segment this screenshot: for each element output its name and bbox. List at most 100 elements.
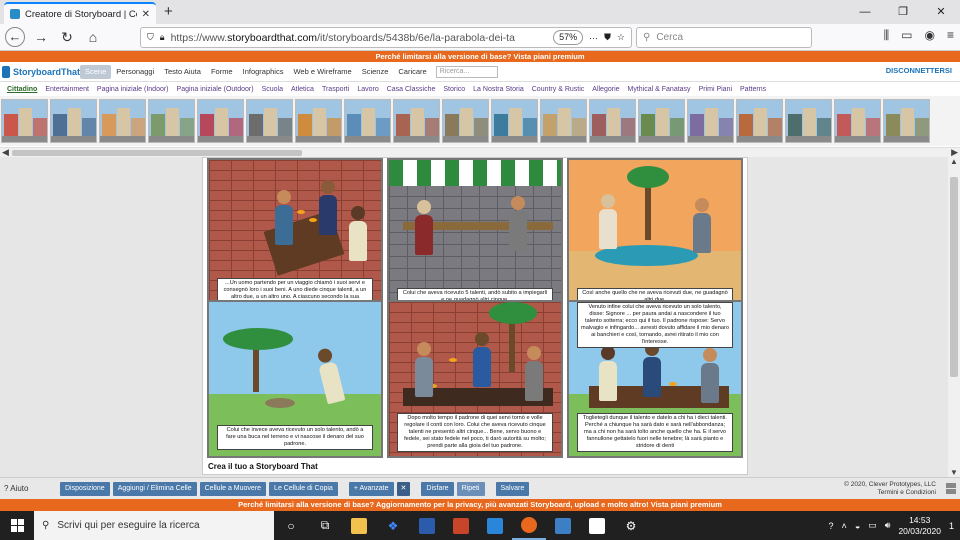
- scene-thumbnail[interactable]: [1, 99, 48, 143]
- scene-thumbnail[interactable]: [834, 99, 881, 143]
- scene-thumbnail[interactable]: [295, 99, 342, 143]
- scene-thumbnail[interactable]: [785, 99, 832, 143]
- tab-scuola[interactable]: Scuola: [258, 86, 287, 93]
- storyboard-cell-1[interactable]: ...Un uomo partendo per un viaggio chiam…: [207, 158, 383, 314]
- layout-button[interactable]: Disposizione: [60, 481, 110, 496]
- scene-thumbnail[interactable]: [883, 99, 930, 143]
- tab-patterns[interactable]: Patterns: [736, 86, 770, 93]
- dropbox-icon[interactable]: ❖: [376, 511, 410, 540]
- tab-allegorie[interactable]: Allegorie: [588, 86, 623, 93]
- close-advanced-icon[interactable]: ✕: [396, 481, 411, 496]
- scene-thumbnail[interactable]: [638, 99, 685, 143]
- bookmark-star-icon[interactable]: ☆: [617, 32, 625, 43]
- tab-lavoro[interactable]: Lavoro: [353, 86, 382, 93]
- scene-thumbnail[interactable]: [442, 99, 489, 143]
- promo-banner-bottom[interactable]: Perché limitarsi alla versione di base? …: [0, 499, 960, 511]
- close-tab-icon[interactable]: ✕: [142, 9, 150, 20]
- scroll-up-icon[interactable]: ▲: [950, 157, 958, 166]
- storyboard-footer[interactable]: Crea il tuo a Storyboard That: [208, 462, 318, 471]
- tab-entertainment[interactable]: Entertainment: [41, 86, 93, 93]
- amazon-icon[interactable]: [580, 511, 614, 540]
- scene-thumbnail[interactable]: [736, 99, 783, 143]
- scene-thumbnail[interactable]: [393, 99, 440, 143]
- help-icon[interactable]: ?: [829, 521, 834, 531]
- terms-link[interactable]: Termini e Condizioni: [844, 489, 936, 497]
- menu-item-caricare[interactable]: Caricare: [393, 67, 431, 76]
- tab-home-indoor[interactable]: Pagina iniziale (Indoor): [93, 86, 173, 93]
- scrollbar-thumb[interactable]: [12, 150, 302, 156]
- restore-icon[interactable]: ❐: [884, 0, 922, 24]
- tab-cittadino[interactable]: Cittadino: [3, 86, 41, 93]
- storyboard-cell-4[interactable]: Colui che invece aveva ricevuto un solo …: [207, 300, 383, 458]
- tab-atletica[interactable]: Atletica: [287, 86, 318, 93]
- minimize-icon[interactable]: —: [846, 0, 884, 24]
- library-icon[interactable]: ⫼: [884, 28, 890, 43]
- tab-mythical-fantasy[interactable]: Mythical & Fanatasy: [624, 86, 695, 93]
- volume-icon[interactable]: 🔊︎: [885, 520, 891, 531]
- add-remove-cells-button[interactable]: Aggiungi / Elimina Celle: [112, 481, 197, 496]
- redo-button[interactable]: Ripeti: [456, 481, 485, 496]
- scene-thumbnail[interactable]: [246, 99, 293, 143]
- browser-tab[interactable]: Creatore di Storyboard | Come c ✕: [4, 2, 156, 24]
- menu-item-personaggi[interactable]: Personaggi: [111, 67, 159, 76]
- store-icon[interactable]: [478, 511, 512, 540]
- sidebar-icon[interactable]: ▭: [901, 28, 912, 43]
- new-tab-icon[interactable]: +: [164, 3, 173, 20]
- word-icon[interactable]: [410, 511, 444, 540]
- zoom-level-badge[interactable]: 57%: [553, 30, 584, 45]
- tab-trasporti[interactable]: Trasporti: [318, 86, 353, 93]
- start-button[interactable]: [0, 511, 34, 540]
- menu-item-testo-aiuta[interactable]: Testo Aiuta: [159, 67, 206, 76]
- storyboard-cell-2[interactable]: Colui che aveva ricevuto 5 talenti, andò…: [387, 158, 563, 314]
- storyboard-cell-5[interactable]: Dopo molto tempo il padrone di quei serv…: [387, 300, 563, 458]
- save-button[interactable]: Salvare: [495, 481, 530, 496]
- notification-badge[interactable]: 1: [949, 521, 954, 531]
- menu-icon[interactable]: ≡: [947, 28, 954, 43]
- task-view-icon[interactable]: ⧉: [308, 511, 342, 540]
- scene-thumbnail[interactable]: [540, 99, 587, 143]
- scene-thumbnail[interactable]: [687, 99, 734, 143]
- show-hidden-icons-icon[interactable]: ˄: [842, 521, 847, 531]
- tab-case-classiche[interactable]: Casa Classiche: [383, 86, 440, 93]
- move-cells-button[interactable]: Cellule a Muovere: [199, 481, 267, 496]
- scene-thumbnail[interactable]: [50, 99, 97, 143]
- powerpoint-icon[interactable]: [444, 511, 478, 540]
- scene-thumbnail[interactable]: [491, 99, 538, 143]
- clock[interactable]: 14:53 20/03/2020: [898, 515, 941, 537]
- back-button[interactable]: ←: [2, 27, 28, 47]
- panel-toggle-icon[interactable]: [946, 489, 956, 494]
- home-icon[interactable]: ⌂: [80, 29, 106, 45]
- copy-cells-button[interactable]: Le Cellule di Copia: [269, 481, 338, 496]
- storyboard-cell-6[interactable]: Venuto infine colui che aveva ricevuto u…: [567, 300, 743, 458]
- reload-icon[interactable]: ↻: [54, 29, 80, 46]
- menu-item-web-wireframe[interactable]: Web e Wireframe: [288, 67, 356, 76]
- promo-banner-top[interactable]: Perché limitarsi alla versione di base? …: [0, 51, 960, 62]
- scene-thumbnail[interactable]: [99, 99, 146, 143]
- scene-thumbnail[interactable]: [148, 99, 195, 143]
- undo-button[interactable]: Disfare: [421, 481, 454, 496]
- scroll-down-icon[interactable]: ▼: [950, 468, 958, 477]
- tab-primi-piani[interactable]: Primi Piani: [695, 86, 736, 93]
- panel-toggle-icons[interactable]: [946, 483, 956, 494]
- disconnect-link[interactable]: DISCONNETTERSI: [886, 66, 952, 75]
- close-window-icon[interactable]: ✕: [922, 0, 960, 24]
- advanced-button[interactable]: + Avanzate: [348, 481, 394, 496]
- pocket-icon[interactable]: ⛊: [604, 32, 611, 43]
- cortana-icon[interactable]: ○: [274, 511, 308, 540]
- more-actions-icon[interactable]: ···: [589, 33, 598, 43]
- tab-home-outdoor[interactable]: Pagina iniziale (Outdoor): [173, 86, 258, 93]
- menu-item-forme[interactable]: Forme: [206, 67, 238, 76]
- scene-thumbnail[interactable]: [344, 99, 391, 143]
- scrollbar-thumb[interactable]: [950, 177, 958, 377]
- workspace-scrollbar[interactable]: ▲ ▼: [948, 157, 960, 477]
- storyboard-cell-3[interactable]: Così anche quello che ne aveva ricevuti …: [567, 158, 743, 314]
- forward-button[interactable]: →: [28, 29, 54, 45]
- site-search-input[interactable]: Ricerca...: [435, 65, 498, 78]
- menu-item-infographics[interactable]: Infographics: [238, 67, 289, 76]
- tab-storico[interactable]: Storico: [439, 86, 469, 93]
- network-icon[interactable]: ◒: [855, 521, 860, 531]
- tab-country-rustic[interactable]: Country & Rustic: [528, 86, 589, 93]
- search-bar[interactable]: ⚲ Cerca: [636, 27, 812, 48]
- site-logo[interactable]: StoryboardThat: [2, 65, 80, 78]
- battery-icon[interactable]: ▭: [868, 520, 877, 531]
